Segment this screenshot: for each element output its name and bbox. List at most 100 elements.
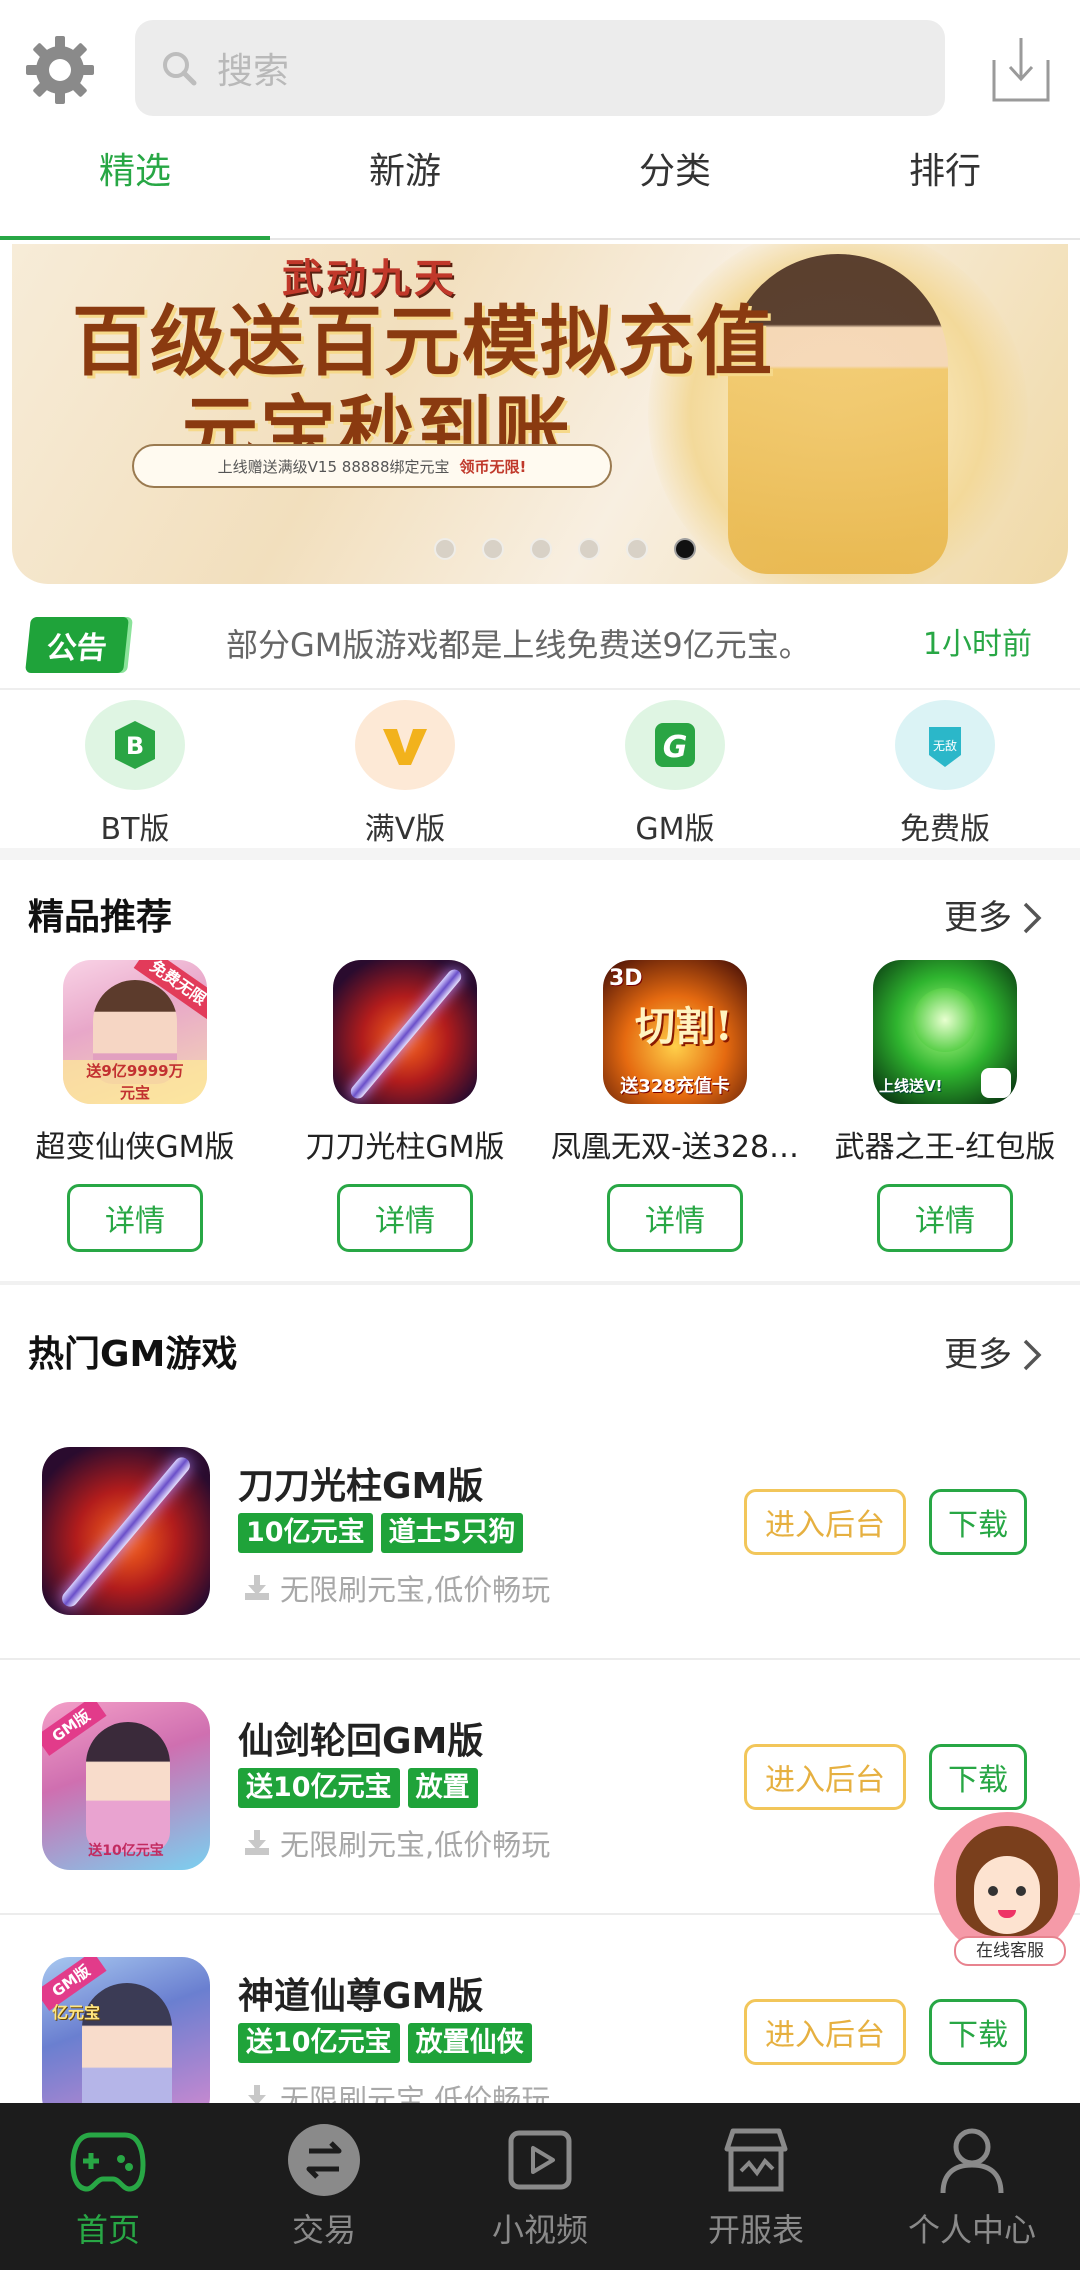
game-tag: 放置仙侠: [407, 2023, 532, 2063]
featured-item[interactable]: 免费无限 送9亿9999万 元宝 超变仙侠GM版 详情: [0, 960, 270, 1281]
game-icon-shendao: GM版 亿元宝: [42, 1957, 210, 2125]
banner-dot[interactable]: [434, 538, 456, 560]
featured-item-name: 武器之王-红包版: [834, 1130, 1056, 1165]
featured-title: 精品推荐: [28, 897, 173, 938]
nav-home[interactable]: 首页: [0, 2103, 216, 2270]
tab-new-games[interactable]: 新游: [270, 130, 540, 238]
hot-game-name: 刀刀光柱GM版: [238, 1466, 484, 1507]
user-icon: [940, 2128, 1004, 2194]
search-placeholder: 搜索: [217, 51, 290, 92]
download-button[interactable]: 下载: [929, 1999, 1027, 2065]
featured-more-link[interactable]: 更多: [944, 868, 1044, 968]
category-gm[interactable]: G GM版: [540, 690, 810, 848]
notice-text[interactable]: 部分GM版游戏都是上线免费送9亿元宝。: [226, 600, 811, 690]
tab-featured[interactable]: 精选: [0, 130, 270, 240]
banner-dot[interactable]: [482, 538, 504, 560]
nav-short-video[interactable]: 小视频: [432, 2103, 648, 2270]
online-service-button[interactable]: 在线客服: [934, 1812, 1080, 1966]
game-icon-chaobian: 免费无限 送9亿9999万 元宝: [63, 960, 207, 1104]
game-icon-xianjian: GM版 送10亿元宝: [42, 1702, 210, 1870]
category-bt[interactable]: B BT版: [0, 690, 270, 848]
featured-item-name: 凤凰无双-送328…: [550, 1130, 800, 1165]
video-icon: [508, 2130, 572, 2190]
download-button[interactable]: 下载: [929, 1489, 1027, 1555]
game-icon-wuqi: 上线送V!: [873, 960, 1017, 1104]
promo-banner[interactable]: 武动九天 百级送百元模拟充值 元宝秒到账 上线赠送满级V15 88888绑定元宝…: [12, 244, 1068, 584]
banner-dot[interactable]: [578, 538, 600, 560]
banner-subtitle-text: 上线赠送满级V15 88888绑定元宝: [217, 457, 450, 476]
category-free[interactable]: 无敌 免费版: [810, 690, 1080, 848]
featured-item[interactable]: 上线送V! 武器之王-红包版 详情: [810, 960, 1080, 1281]
category-label: 免费版: [900, 812, 990, 847]
nav-label: 首页: [75, 2211, 140, 2249]
bottom-nav: 首页 交易 小视频 开服表 个人中心: [0, 2103, 1080, 2270]
hot-game-desc-text: 无限刷元宝,低价畅玩: [280, 1828, 551, 1862]
hot-game-row[interactable]: 刀刀光柱GM版 10亿元宝 道士5只狗 无限刷元宝,低价畅玩 进入后台 下载: [0, 1405, 1080, 1660]
hot-game-name: 神道仙尊GM版: [238, 1976, 484, 2017]
top-tabs: 精选 新游 分类 排行: [0, 130, 1080, 240]
hot-gm-more-link[interactable]: 更多: [944, 1305, 1044, 1405]
category-full-v[interactable]: 满V版: [270, 690, 540, 848]
banner-pagination: [12, 538, 1068, 560]
category-label: BT版: [100, 812, 170, 847]
gm-icon: G: [625, 700, 725, 790]
svg-text:B: B: [126, 732, 144, 760]
more-label: 更多: [944, 898, 1012, 938]
game-tag: 送10亿元宝: [238, 1768, 400, 1808]
enter-admin-button[interactable]: 进入后台: [744, 1999, 906, 2065]
banner-dot[interactable]: [530, 538, 552, 560]
hot-game-tags: 送10亿元宝 放置: [238, 1768, 478, 1808]
featured-header: 精品推荐 更多: [0, 868, 1080, 968]
notice-time: 1小时前: [922, 627, 1032, 662]
banner-subtitle-highlight: 领币无限!: [459, 457, 527, 476]
game-tag: 放置: [407, 1768, 478, 1808]
store-icon: [724, 2128, 788, 2192]
details-button[interactable]: 详情: [67, 1184, 203, 1252]
banner-dot-active[interactable]: [674, 538, 696, 560]
nav-profile[interactable]: 个人中心: [864, 2103, 1080, 2270]
banner-dot[interactable]: [626, 538, 648, 560]
hot-game-name: 仙剑轮回GM版: [238, 1721, 484, 1762]
featured-item[interactable]: 3D 切割! 送328充值卡 凤凰无双-送328… 详情: [540, 960, 810, 1281]
v-icon: [355, 700, 455, 790]
game-tag: 10亿元宝: [238, 1513, 373, 1553]
featured-list: 免费无限 送9亿9999万 元宝 超变仙侠GM版 详情 刀刀光柱GM版 详情 3D…: [0, 960, 1080, 1285]
download-manager-icon[interactable]: [990, 34, 1052, 104]
game-tag: 送10亿元宝: [238, 2023, 400, 2063]
hot-game-tags: 10亿元宝 道士5只狗: [238, 1513, 524, 1553]
game-tag: 道士5只狗: [380, 1513, 524, 1553]
featured-item-name: 刀刀光柱GM版: [305, 1130, 505, 1165]
details-button[interactable]: 详情: [337, 1184, 473, 1252]
hot-game-desc-text: 无限刷元宝,低价畅玩: [280, 1573, 551, 1607]
download-button[interactable]: 下载: [929, 1744, 1027, 1810]
tab-categories[interactable]: 分类: [540, 130, 810, 238]
hot-gm-title: 热门GM游戏: [28, 1334, 238, 1375]
svg-text:G: G: [663, 730, 688, 765]
details-button[interactable]: 详情: [607, 1184, 743, 1252]
enter-admin-button[interactable]: 进入后台: [744, 1489, 906, 1555]
tab-ranking[interactable]: 排行: [810, 130, 1080, 238]
hot-game-row[interactable]: GM版 送10亿元宝 仙剑轮回GM版 送10亿元宝 放置 无限刷元宝,低价畅玩 …: [0, 1660, 1080, 1915]
nav-trade[interactable]: 交易: [216, 2103, 432, 2270]
game-icon-daodao: [333, 960, 477, 1104]
notice-badge: 公告: [25, 617, 129, 673]
enter-admin-button[interactable]: 进入后台: [744, 1744, 906, 1810]
svg-text:无敌: 无敌: [933, 738, 957, 753]
hot-game-desc: 无限刷元宝,低价畅玩: [242, 1567, 550, 1609]
category-label: 满V版: [364, 812, 446, 847]
featured-item-name: 超变仙侠GM版: [35, 1130, 235, 1165]
chevron-right-icon: [1023, 902, 1042, 934]
gear-icon[interactable]: [24, 34, 96, 106]
download-small-icon: [245, 1830, 269, 1855]
search-bar[interactable]: 搜索: [135, 20, 945, 116]
hot-game-desc: 无限刷元宝,低价畅玩: [242, 1822, 550, 1864]
gamepad-icon: [70, 2132, 146, 2192]
bt-icon: B: [85, 700, 185, 790]
exchange-icon: [288, 2124, 360, 2196]
featured-item[interactable]: 刀刀光柱GM版 详情: [270, 960, 540, 1281]
notice-bar[interactable]: 公告 部分GM版游戏都是上线免费送9亿元宝。 1小时前: [0, 600, 1080, 690]
nav-label: 个人中心: [907, 2211, 1036, 2249]
details-button[interactable]: 详情: [877, 1184, 1013, 1252]
chevron-right-icon: [1023, 1339, 1042, 1371]
nav-server-list[interactable]: 开服表: [648, 2103, 864, 2270]
